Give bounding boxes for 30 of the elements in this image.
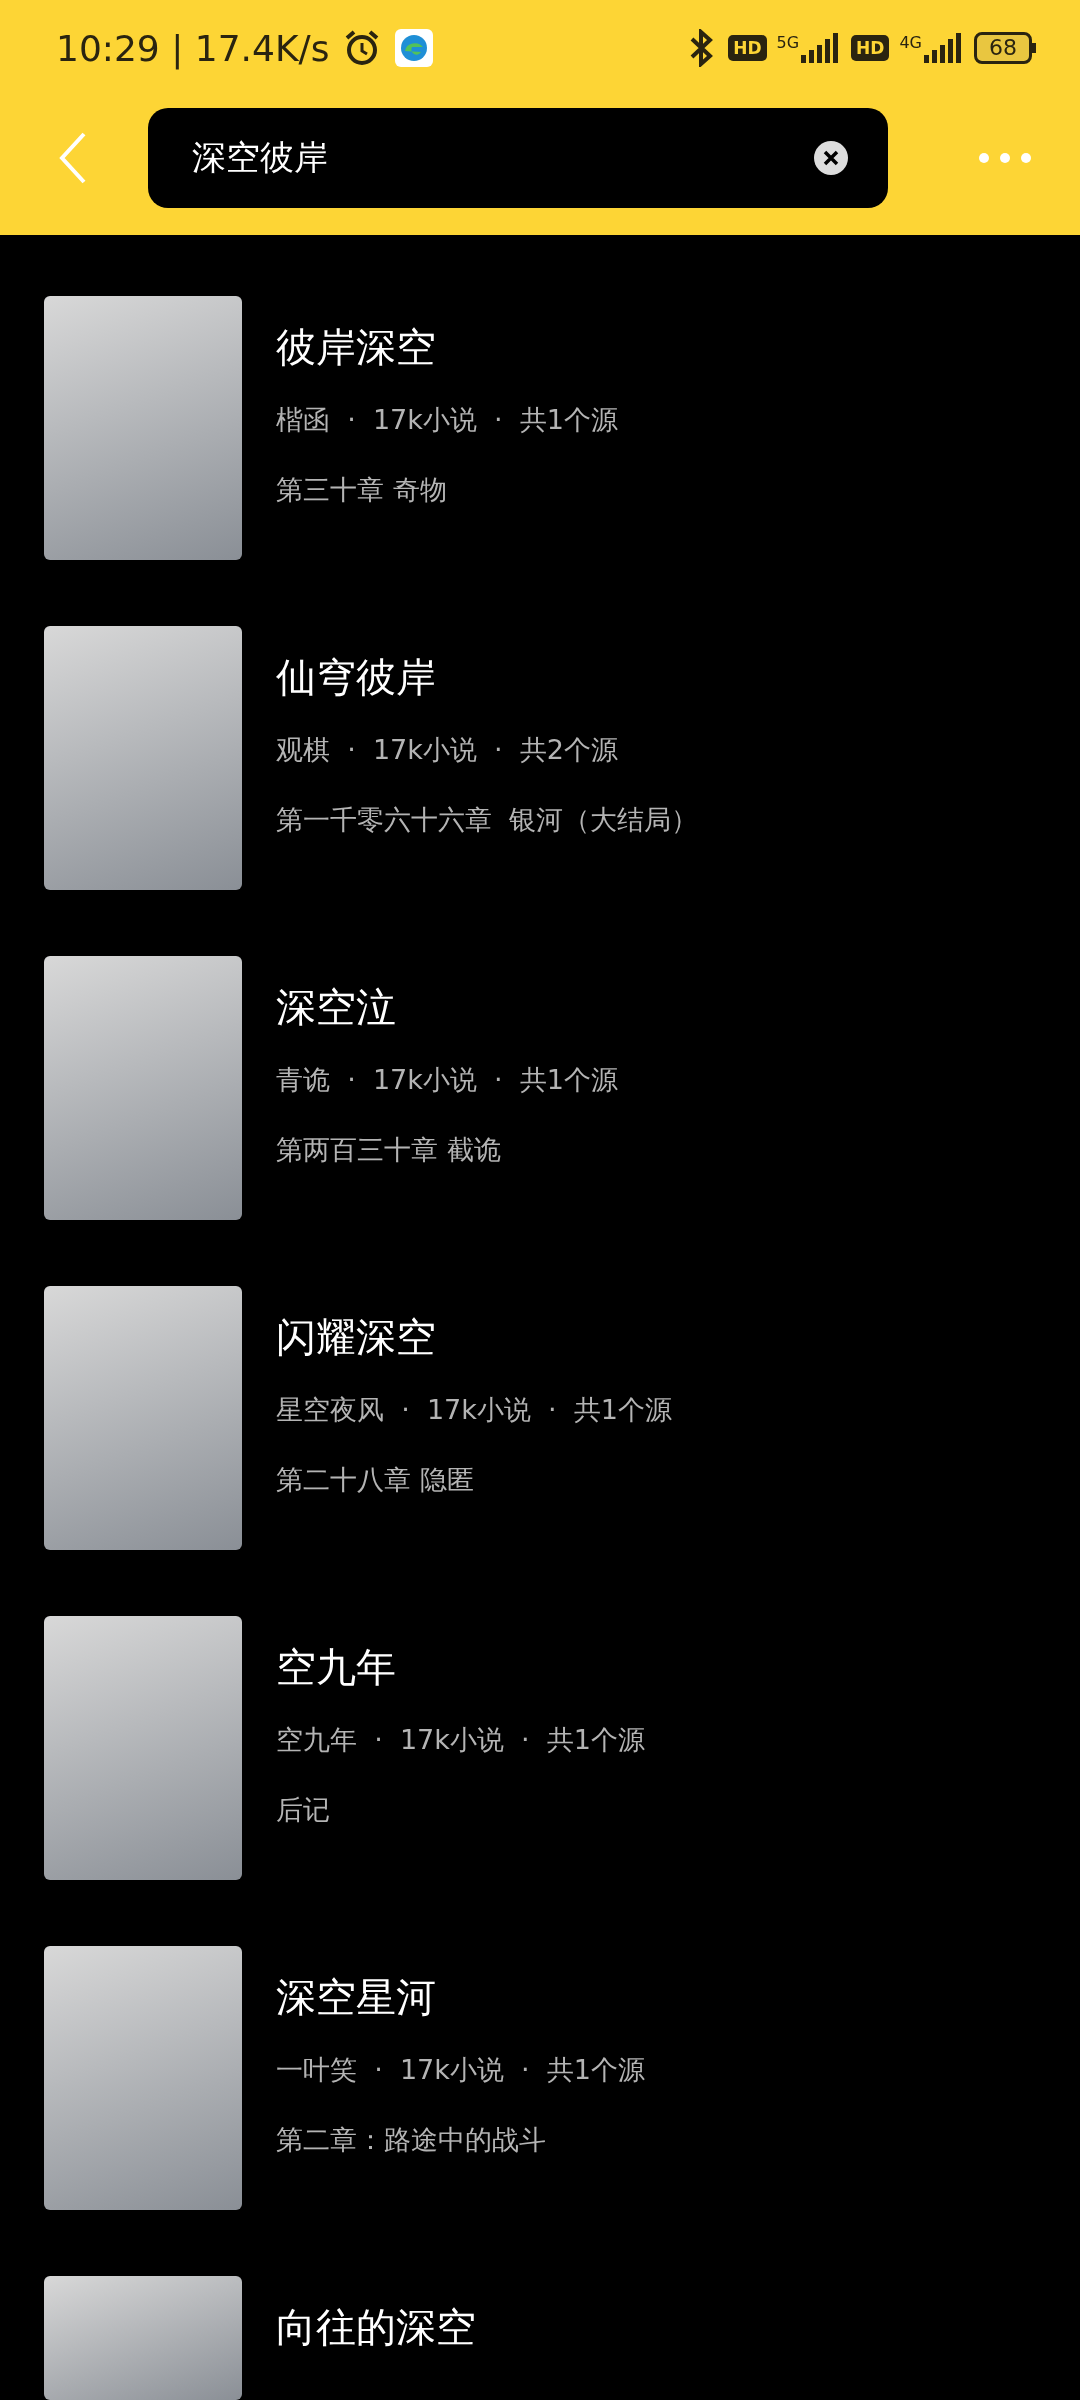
browser-app-icon: [395, 29, 434, 67]
hd-label: HD: [728, 35, 767, 61]
latest-chapter: 第两百三十章 截诡: [276, 1133, 502, 1167]
book-title[interactable]: 深空泣: [276, 982, 618, 1032]
book-meta: 星空夜风 · 17k小说 · 共1个源: [276, 1393, 672, 1427]
network-type: 4G: [899, 33, 922, 52]
latest-chapter: 后记: [276, 1793, 331, 1827]
book-title[interactable]: 空九年: [276, 1642, 645, 1692]
status-time: 10:29 | 17.4K/s: [56, 27, 330, 69]
more-button[interactable]: [978, 151, 1032, 164]
network-type: 5G: [776, 33, 800, 52]
book-meta: 楷函 · 17k小说 · 共1个源: [276, 403, 618, 437]
latest-chapter: 第三十章 奇物: [276, 473, 448, 507]
book-title[interactable]: 向往的深空: [276, 2302, 476, 2352]
clear-button[interactable]: [814, 140, 848, 175]
book-meta: 观棋 · 17k小说 · 共2个源: [276, 733, 619, 767]
book-meta: 空九年 · 17k小说 · 共1个源: [276, 1723, 645, 1757]
book-meta: 一叶笑 · 17k小说 · 共1个源: [276, 2053, 645, 2087]
book-meta: 青诡 · 17k小说 · 共1个源: [276, 1063, 618, 1097]
book-title[interactable]: 深空星河: [276, 1972, 645, 2022]
latest-chapter: 第二十八章 隐匿: [276, 1463, 475, 1497]
book-title[interactable]: 彼岸深空: [276, 322, 618, 372]
latest-chapter: 第二章：路途中的战斗: [276, 2123, 547, 2157]
book-title[interactable]: 仙穹彼岸: [276, 652, 699, 702]
search-field[interactable]: 深空彼岸: [148, 107, 888, 208]
latest-chapter: 第一千零六十六章 银河（大结局）: [276, 803, 699, 837]
battery-indicator: 68: [974, 32, 1032, 64]
hd-label: HD: [851, 35, 890, 61]
book-title[interactable]: 闪耀深空: [276, 1312, 672, 1362]
signal-icon: [924, 33, 964, 63]
